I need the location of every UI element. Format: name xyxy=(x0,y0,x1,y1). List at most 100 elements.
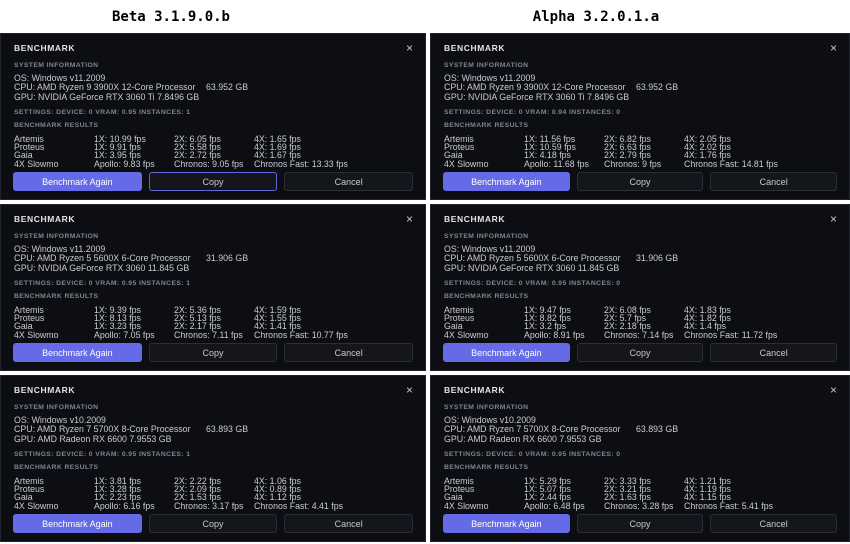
copy-button[interactable]: Copy xyxy=(577,172,704,191)
ram-value: 31.906 GB xyxy=(206,254,248,263)
fps-chronos: Chronos: 3.28 fps xyxy=(604,502,684,510)
alpha-title-cell: Alpha 3.2.0.1.a xyxy=(426,0,850,33)
system-information-label: SYSTEM INFORMATION xyxy=(444,62,836,69)
fps-chronos-fast: Chronos Fast: 5.41 fps xyxy=(684,502,836,510)
dialog-buttons: Benchmark Again Copy Cancel xyxy=(443,172,837,191)
cancel-button[interactable]: Cancel xyxy=(284,514,413,533)
dialog-title: BENCHMARK xyxy=(14,214,75,224)
system-information-block: OS: Windows v10.2009 CPU: AMD Ryzen 7 57… xyxy=(444,416,836,444)
results-table: Artemis 1X: 10.99 fps 2X: 6.05 fps 4X: 1… xyxy=(14,135,412,167)
benchmark-again-button[interactable]: Benchmark Again xyxy=(13,343,142,362)
cpu-line: CPU: AMD Ryzen 5 5600X 6-Core Processor … xyxy=(444,254,836,263)
benchmark-dialog: BENCHMARK × SYSTEM INFORMATION OS: Windo… xyxy=(0,204,426,371)
dialog-buttons: Benchmark Again Copy Cancel xyxy=(443,343,837,362)
cpu-line: CPU: AMD Ryzen 9 3900X 12-Core Processor… xyxy=(14,83,412,92)
table-row: 4X Slowmo Apollo: 7.05 fps Chronos: 7.11… xyxy=(14,331,412,339)
benchmark-again-button[interactable]: Benchmark Again xyxy=(13,514,142,533)
fps-apollo: Apollo: 9.83 fps xyxy=(94,160,174,168)
cancel-button[interactable]: Cancel xyxy=(284,172,413,191)
model-name: 4X Slowmo xyxy=(14,331,94,339)
ram-value: 63.893 GB xyxy=(636,425,678,434)
settings-line: SETTINGS: DEVICE: 0 VRAM: 0.95 INSTANCES… xyxy=(444,451,836,458)
benchmark-results-label: BENCHMARK RESULTS xyxy=(14,464,412,471)
fps-chronos: Chronos: 9.05 fps xyxy=(174,160,254,168)
gpu-line: GPU: NVIDIA GeForce RTX 3060 Ti 7.8496 G… xyxy=(444,93,836,102)
dialog-header: BENCHMARK × xyxy=(444,385,836,395)
cancel-button[interactable]: Cancel xyxy=(710,514,837,533)
beta-title-cell: Beta 3.1.9.0.b xyxy=(0,0,426,33)
cpu-text: CPU: AMD Ryzen 9 3900X 12-Core Processor xyxy=(444,82,625,92)
fps-chronos-fast: Chronos Fast: 14.81 fps xyxy=(684,160,836,168)
results-table: Artemis 1X: 9.47 fps 2X: 6.08 fps 4X: 1.… xyxy=(444,306,836,338)
cancel-button[interactable]: Cancel xyxy=(710,343,837,362)
benchmark-again-button[interactable]: Benchmark Again xyxy=(13,172,142,191)
alpha-column: BENCHMARK × SYSTEM INFORMATION OS: Windo… xyxy=(430,33,850,542)
benchmark-again-button[interactable]: Benchmark Again xyxy=(443,172,570,191)
model-name: 4X Slowmo xyxy=(444,160,524,168)
beta-column: BENCHMARK × SYSTEM INFORMATION OS: Windo… xyxy=(0,33,426,542)
settings-line: SETTINGS: DEVICE: 0 VRAM: 0.95 INSTANCES… xyxy=(14,451,412,458)
cpu-text: CPU: AMD Ryzen 7 5700X 8-Core Processor xyxy=(14,424,191,434)
dialog-title: BENCHMARK xyxy=(14,43,75,53)
benchmark-results-label: BENCHMARK RESULTS xyxy=(444,293,836,300)
table-row: 4X Slowmo Apollo: 11.68 fps Chronos: 9 f… xyxy=(444,160,836,168)
copy-button[interactable]: Copy xyxy=(149,343,278,362)
settings-line: SETTINGS: DEVICE: 0 VRAM: 0.95 INSTANCES… xyxy=(14,109,412,116)
dialog-buttons: Benchmark Again Copy Cancel xyxy=(13,343,413,362)
close-icon[interactable]: × xyxy=(406,214,413,224)
gpu-line: GPU: NVIDIA GeForce RTX 3060 Ti 7.8496 G… xyxy=(14,93,412,102)
dialog-title: BENCHMARK xyxy=(444,214,505,224)
dialog-title: BENCHMARK xyxy=(444,385,505,395)
system-information-block: OS: Windows v10.2009 CPU: AMD Ryzen 7 57… xyxy=(14,416,412,444)
table-row: 4X Slowmo Apollo: 6.48 fps Chronos: 3.28… xyxy=(444,502,836,510)
ram-value: 63.952 GB xyxy=(206,83,248,92)
dialog-header: BENCHMARK × xyxy=(444,43,836,53)
dialog-buttons: Benchmark Again Copy Cancel xyxy=(13,172,413,191)
benchmark-dialog: BENCHMARK × SYSTEM INFORMATION OS: Windo… xyxy=(430,204,850,371)
system-information-block: OS: Windows v11.2009 CPU: AMD Ryzen 9 39… xyxy=(444,74,836,102)
benchmark-results-label: BENCHMARK RESULTS xyxy=(14,293,412,300)
dialog-header: BENCHMARK × xyxy=(14,385,412,395)
system-information-label: SYSTEM INFORMATION xyxy=(14,404,412,411)
close-icon[interactable]: × xyxy=(830,385,837,395)
benchmark-again-button[interactable]: Benchmark Again xyxy=(443,514,570,533)
system-information-block: OS: Windows v11.2009 CPU: AMD Ryzen 5 56… xyxy=(14,245,412,273)
ram-value: 31.906 GB xyxy=(636,254,678,263)
fps-apollo: Apollo: 8.91 fps xyxy=(524,331,604,339)
dialog-title: BENCHMARK xyxy=(444,43,505,53)
version-title-bar: Beta 3.1.9.0.b Alpha 3.2.0.1.a xyxy=(0,0,850,33)
system-information-label: SYSTEM INFORMATION xyxy=(444,404,836,411)
results-table: Artemis 1X: 5.29 fps 2X: 3.33 fps 4X: 1.… xyxy=(444,477,836,509)
copy-button[interactable]: Copy xyxy=(577,514,704,533)
model-name: 4X Slowmo xyxy=(14,502,94,510)
fps-chronos: Chronos: 3.17 fps xyxy=(174,502,254,510)
cpu-text: CPU: AMD Ryzen 7 5700X 8-Core Processor xyxy=(444,424,621,434)
cpu-line: CPU: AMD Ryzen 9 3900X 12-Core Processor… xyxy=(444,83,836,92)
results-table: Artemis 1X: 11.56 fps 2X: 6.82 fps 4X: 2… xyxy=(444,135,836,167)
copy-button[interactable]: Copy xyxy=(577,343,704,362)
fps-apollo: Apollo: 11.68 fps xyxy=(524,160,604,168)
fps-apollo: Apollo: 6.16 fps xyxy=(94,502,174,510)
close-icon[interactable]: × xyxy=(406,385,413,395)
fps-chronos: Chronos: 9 fps xyxy=(604,160,684,168)
close-icon[interactable]: × xyxy=(830,43,837,53)
fps-chronos: Chronos: 7.11 fps xyxy=(174,331,254,339)
fps-chronos-fast: Chronos Fast: 11.72 fps xyxy=(684,331,836,339)
dialog-header: BENCHMARK × xyxy=(14,43,412,53)
benchmark-results-label: BENCHMARK RESULTS xyxy=(14,122,412,129)
table-row: 4X Slowmo Apollo: 6.16 fps Chronos: 3.17… xyxy=(14,502,412,510)
benchmark-again-button[interactable]: Benchmark Again xyxy=(443,343,570,362)
benchmark-results-label: BENCHMARK RESULTS xyxy=(444,122,836,129)
cpu-line: CPU: AMD Ryzen 7 5700X 8-Core Processor … xyxy=(444,425,836,434)
cancel-button[interactable]: Cancel xyxy=(710,172,837,191)
results-table: Artemis 1X: 9.39 fps 2X: 5.36 fps 4X: 1.… xyxy=(14,306,412,338)
cancel-button[interactable]: Cancel xyxy=(284,343,413,362)
dialog-buttons: Benchmark Again Copy Cancel xyxy=(13,514,413,533)
gpu-line: GPU: AMD Radeon RX 6600 7.9553 GB xyxy=(14,435,412,444)
close-icon[interactable]: × xyxy=(406,43,413,53)
fps-chronos: Chronos: 7.14 fps xyxy=(604,331,684,339)
results-table: Artemis 1X: 3.81 fps 2X: 2.22 fps 4X: 1.… xyxy=(14,477,412,509)
copy-button[interactable]: Copy xyxy=(149,514,278,533)
close-icon[interactable]: × xyxy=(830,214,837,224)
copy-button[interactable]: Copy xyxy=(149,172,278,191)
